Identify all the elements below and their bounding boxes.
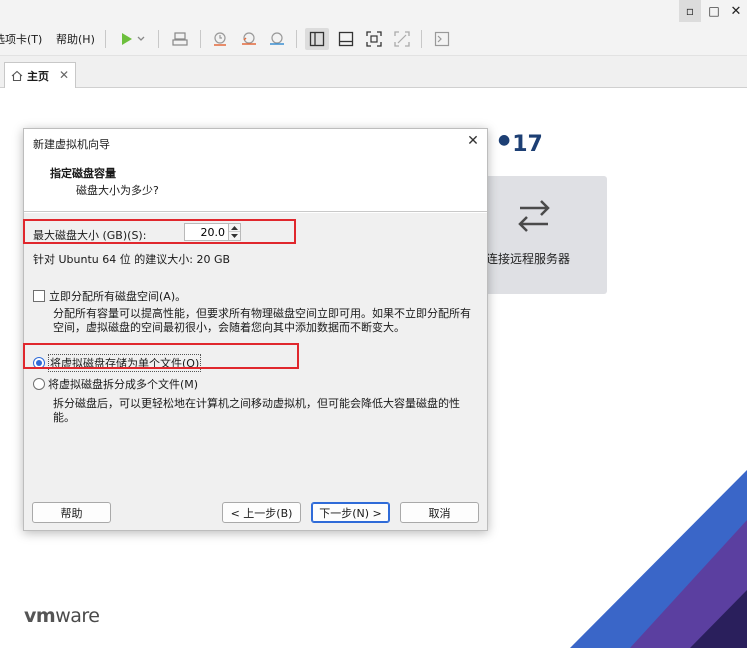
home-icon (11, 70, 23, 81)
recommended-size-text: 针对 Ubuntu 64 位 的建议大小: 20 GB (33, 253, 231, 266)
fullscreen-button[interactable] (362, 28, 386, 50)
sidebar-view-icon (309, 31, 325, 47)
minimize-icon: ▫ (685, 4, 695, 18)
menu-toolbar: 选项卡(T) 帮助(H) (0, 22, 747, 56)
window-titlebar: ▫ □ ✕ (0, 0, 747, 22)
dialog-close-button[interactable]: ✕ (464, 133, 482, 149)
multi-file-radio[interactable] (33, 378, 45, 390)
dialog-title: 新建虚拟机向导 (33, 138, 110, 151)
revert-snapshot-button[interactable] (237, 28, 261, 50)
toolbar-separator (200, 30, 201, 48)
sidebar-view-button[interactable] (305, 28, 329, 50)
toolbar-separator (421, 30, 422, 48)
take-snapshot-button[interactable] (208, 28, 232, 50)
vmware-logo: vmware (24, 605, 100, 627)
dialog-titlebar: 新建虚拟机向导 ✕ (24, 129, 487, 156)
toolbar-separator (296, 30, 297, 48)
minimize-button[interactable]: ▫ (679, 0, 701, 22)
unity-button[interactable] (390, 28, 414, 50)
unity-icon (394, 31, 410, 47)
snapshot-revert-icon (242, 32, 256, 45)
toolbar-separator (158, 30, 159, 48)
step-subtitle: 磁盘大小为多少? (76, 184, 159, 197)
tab-home-label: 主页 (27, 69, 49, 83)
dropdown-arrow-icon (137, 36, 145, 41)
highlight-single-file-option (23, 343, 299, 369)
highlight-disk-size (23, 219, 296, 244)
product-version: ●17 (498, 132, 543, 157)
allocate-all-label: 立即分配所有磁盘空间(A)。 (49, 290, 187, 303)
fullscreen-icon (366, 31, 382, 47)
menu-help[interactable]: 帮助(H) (56, 31, 95, 47)
new-vm-wizard-dialog: 新建虚拟机向导 ✕ 指定磁盘容量 磁盘大小为多少? 最大磁盘大小 (GB)(S)… (23, 128, 488, 531)
next-button[interactable]: 下一步(N) > (311, 502, 390, 523)
maximize-icon: □ (708, 4, 720, 18)
send-keys-button[interactable] (168, 28, 192, 50)
thumbnail-view-icon (338, 31, 354, 47)
multi-file-label: 将虚拟磁盘拆分成多个文件(M) (48, 378, 199, 391)
remote-card-label: 连接远程服务器 (486, 252, 571, 266)
menu-tabs[interactable]: 选项卡(T) (0, 31, 42, 47)
connect-remote-server-card[interactable]: 连接远程服务器 (484, 176, 607, 294)
play-dropdown-button[interactable] (134, 28, 148, 50)
cancel-button[interactable]: 取消 (400, 502, 479, 523)
tab-home[interactable]: 主页 ✕ (4, 62, 76, 88)
step-title: 指定磁盘容量 (50, 167, 116, 180)
close-icon: ✕ (730, 3, 742, 19)
play-icon (122, 33, 132, 45)
tab-close-icon[interactable]: ✕ (59, 68, 69, 82)
close-window-button[interactable]: ✕ (725, 0, 747, 22)
multi-file-radio-row[interactable]: 将虚拟磁盘拆分成多个文件(M) (33, 376, 198, 392)
send-keys-icon (172, 32, 188, 46)
allocate-description: 分配所有容量可以提高性能，但要求所有物理磁盘空间立即可用。如果不立即分配所有空间… (53, 307, 471, 334)
console-icon (434, 31, 450, 47)
snapshot-manager-button[interactable] (265, 28, 289, 50)
snapshot-manager-icon (270, 32, 284, 45)
tab-strip: 主页 ✕ (0, 56, 747, 88)
dialog-header: 指定磁盘容量 磁盘大小为多少? (24, 156, 487, 212)
allocate-all-checkbox-row[interactable]: 立即分配所有磁盘空间(A)。 (33, 288, 186, 304)
toolbar-separator (105, 30, 106, 48)
swap-arrows-icon (518, 200, 550, 232)
maximize-button[interactable]: □ (703, 0, 725, 22)
multi-file-description: 拆分磁盘后，可以更轻松地在计算机之间移动虚拟机，但可能会降低大容量磁盘的性能。 (53, 397, 460, 424)
console-button[interactable] (430, 28, 454, 50)
help-button[interactable]: 帮助 (32, 502, 111, 523)
back-button[interactable]: < 上一步(B) (222, 502, 301, 523)
thumbnail-view-button[interactable] (334, 28, 358, 50)
dialog-footer: 帮助 < 上一步(B) 下一步(N) > 取消 (24, 498, 487, 530)
snapshot-take-icon (214, 32, 226, 46)
allocate-all-checkbox[interactable] (33, 290, 45, 302)
